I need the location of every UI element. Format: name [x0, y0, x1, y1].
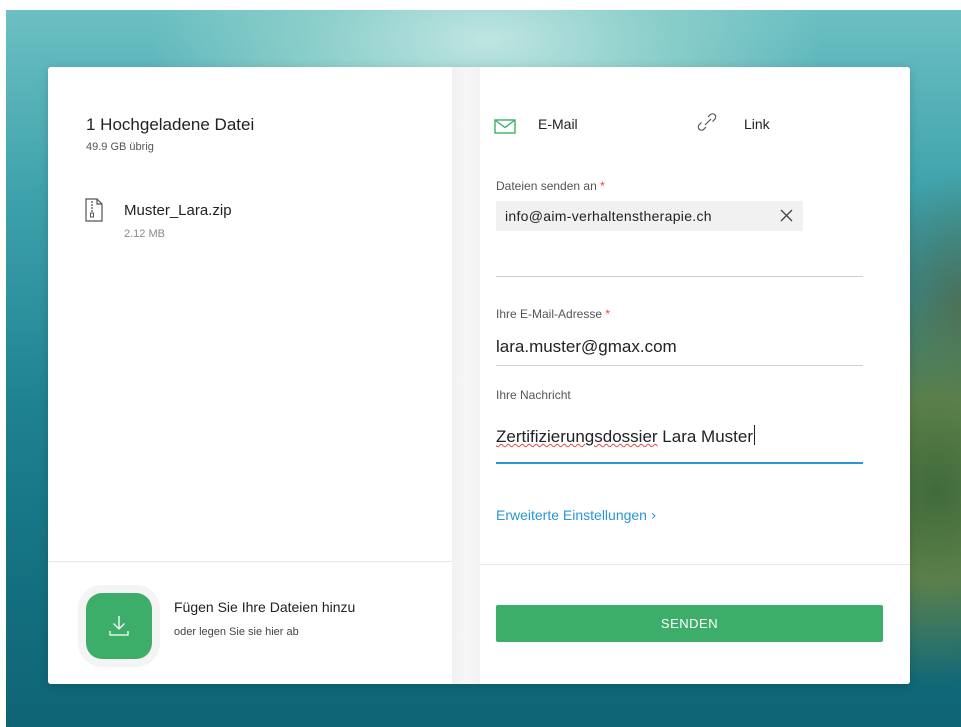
zip-file-icon	[85, 198, 103, 222]
advanced-settings-link[interactable]: Erweiterte Einstellungen ›	[496, 507, 656, 524]
file-name: Muster_Lara.zip	[124, 202, 232, 219]
divider	[48, 561, 452, 562]
recipient-email: info@aim-verhaltenstherapie.ch	[505, 208, 712, 224]
tab-link[interactable]: Link	[696, 111, 786, 139]
transfer-card: 1 Hochgeladene Datei 49.9 GB übrig Muste…	[48, 67, 910, 684]
message-input-underline	[496, 462, 863, 464]
close-icon[interactable]	[780, 209, 793, 222]
send-panel: E-Mail Link Dateien senden an * info@aim…	[480, 67, 910, 684]
add-files-button[interactable]	[86, 593, 152, 659]
upload-panel: 1 Hochgeladene Datei 49.9 GB übrig Muste…	[48, 67, 452, 684]
tab-email[interactable]: E-Mail	[494, 111, 594, 139]
send-button[interactable]: SENDEN	[496, 605, 883, 642]
chevron-right-icon: ›	[650, 508, 657, 524]
sender-input-underline	[496, 365, 863, 366]
file-size: 2.12 MB	[124, 228, 165, 240]
recipients-label: Dateien senden an *	[496, 179, 605, 193]
envelope-icon	[494, 119, 516, 134]
text-cursor	[754, 425, 755, 445]
sender-label: Ihre E-Mail-Adresse *	[496, 307, 611, 321]
link-icon	[697, 113, 717, 131]
download-arrow-icon	[109, 616, 129, 636]
recipients-input-underline[interactable]	[496, 276, 863, 277]
panel-divider	[452, 67, 480, 684]
tab-email-label: E-Mail	[538, 116, 578, 132]
tab-link-label: Link	[744, 116, 770, 132]
recipient-chip[interactable]: info@aim-verhaltenstherapie.ch	[496, 201, 803, 231]
add-files-subtitle: oder legen Sie sie hier ab	[174, 626, 299, 638]
message-input[interactable]: Zertifizierungsdossier Lara Muster	[496, 425, 755, 447]
upload-title: 1 Hochgeladene Datei	[86, 115, 255, 134]
message-label: Ihre Nachricht	[496, 388, 571, 402]
divider	[480, 564, 910, 565]
storage-remaining: 49.9 GB übrig	[86, 141, 154, 153]
add-files-title: Fügen Sie Ihre Dateien hinzu	[174, 599, 356, 615]
sender-email-input[interactable]	[496, 333, 863, 361]
